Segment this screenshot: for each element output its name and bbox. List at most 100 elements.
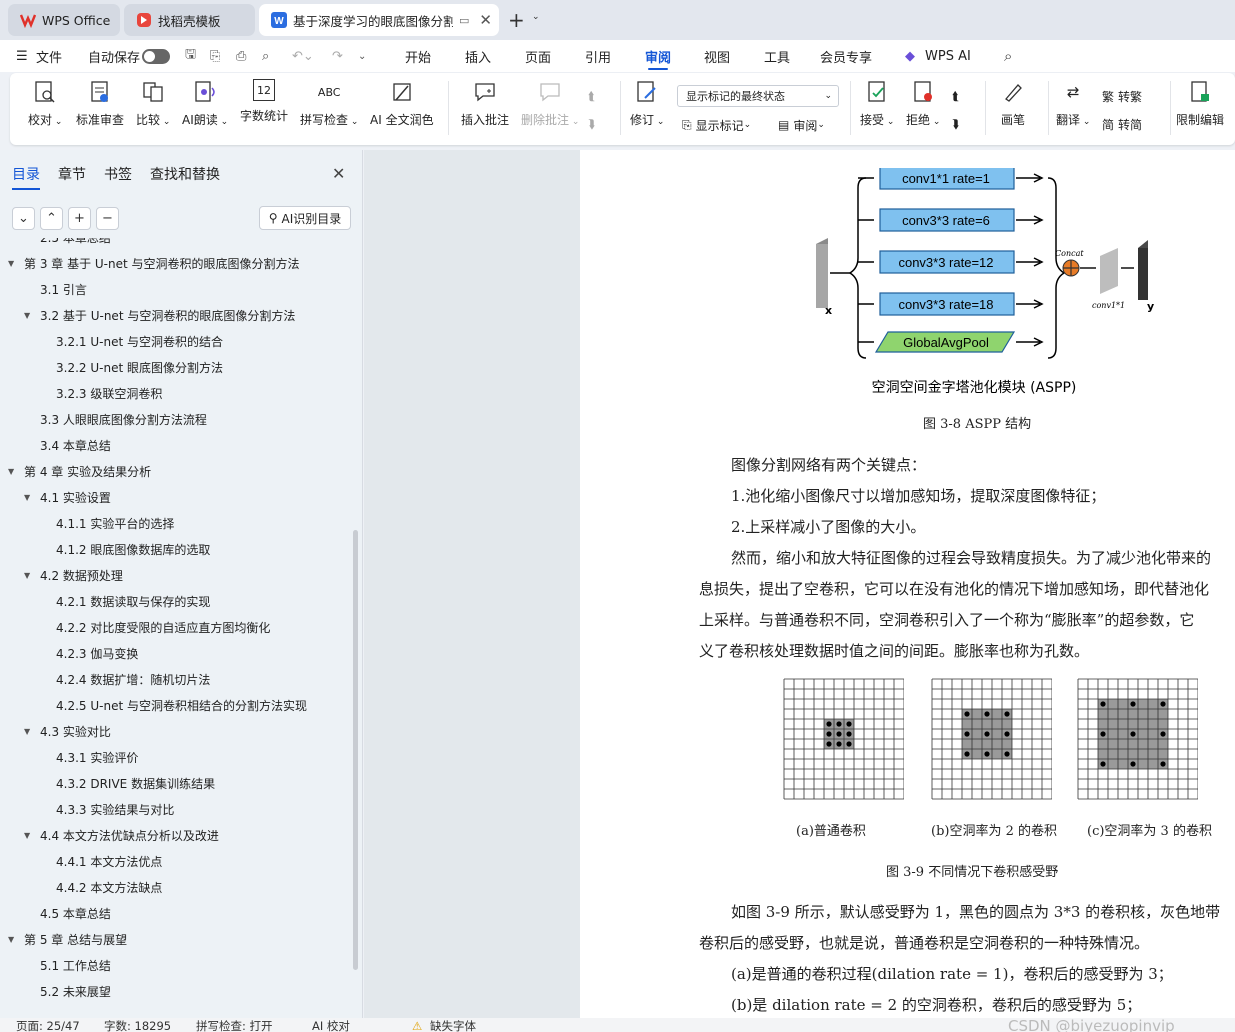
- file-menu[interactable]: 文件: [36, 40, 62, 72]
- ai-polish-button[interactable]: AI 全文润色: [370, 79, 434, 139]
- spell-check-status[interactable]: 拼写检查: 打开: [196, 1018, 273, 1032]
- next-comment-icon[interactable]: ⮯: [588, 113, 595, 135]
- tab-toc[interactable]: 目录: [12, 164, 40, 190]
- toc-item[interactable]: 4.3.3 实验结果与对比: [56, 796, 174, 822]
- toc-item[interactable]: ▼ 第 3 章 基于 U-net 与空洞卷积的眼底图像分割方法: [8, 250, 300, 276]
- to-simplified-button[interactable]: 简转简: [1102, 113, 1142, 135]
- toc-item[interactable]: ▼ 4.1 实验设置: [24, 484, 111, 510]
- screen-icon[interactable]: ▭: [459, 14, 469, 27]
- expand-all-icon[interactable]: ⌄: [12, 207, 35, 230]
- undo-icon[interactable]: ↶⌄: [292, 40, 314, 72]
- toc-item[interactable]: 5.1 工作总结: [40, 952, 111, 978]
- search-icon[interactable]: ⌕: [1004, 40, 1012, 72]
- toc-item[interactable]: 4.4.1 本文方法优点: [56, 848, 162, 874]
- toc-item[interactable]: 4.1.2 眼底图像数据库的选取: [56, 536, 210, 562]
- export-icon[interactable]: ⎘: [210, 40, 220, 72]
- markup-mode-select[interactable]: 显示标记的最终状态 ⌄: [677, 85, 839, 107]
- page-indicator[interactable]: 页面: 25/47: [16, 1018, 80, 1032]
- compare-button[interactable]: 比较 ⌄: [136, 79, 170, 139]
- autosave-toggle[interactable]: [142, 49, 170, 64]
- revise-button[interactable]: 修订 ⌄: [630, 79, 664, 139]
- close-panel-icon[interactable]: ✕: [332, 164, 345, 183]
- toc-item[interactable]: 3.2.1 U-net 与空洞卷积的结合: [56, 328, 223, 354]
- standard-review-button[interactable]: 标准审查: [76, 79, 124, 139]
- toc-item[interactable]: 4.2.3 伽马变换: [56, 640, 138, 666]
- toc-item[interactable]: 4.3.2 DRIVE 数据集训练结果: [56, 770, 215, 796]
- toc-collapse-arrow-icon[interactable]: ▼: [24, 727, 36, 736]
- toc-item[interactable]: 2.5 本章总结: [40, 238, 111, 250]
- toc-collapse-arrow-icon[interactable]: ▼: [8, 259, 20, 268]
- menu-review[interactable]: 审阅: [645, 40, 671, 72]
- accept-button[interactable]: 接受 ⌄: [860, 79, 894, 139]
- pen-button[interactable]: 画笔: [1000, 79, 1026, 139]
- word-count-button[interactable]: 12 字数统计: [240, 79, 288, 139]
- next-change-icon[interactable]: ⮯: [952, 113, 959, 135]
- restrict-edit-button[interactable]: 限制编辑: [1176, 79, 1224, 139]
- toc-item[interactable]: ▼ 第 4 章 实验及结果分析: [8, 458, 151, 484]
- spell-check-button[interactable]: ABC 拼写检查 ⌄: [300, 79, 358, 139]
- print-preview-icon[interactable]: ⌕: [262, 40, 269, 72]
- toc-item[interactable]: ▼ 第 5 章 总结与展望: [8, 926, 127, 952]
- show-markup-button[interactable]: ⎘ 显示标记 ⌄: [682, 114, 751, 136]
- toc-item[interactable]: ▼ 4.3 实验对比: [24, 718, 111, 744]
- toc-item[interactable]: 3.1 引言: [40, 276, 87, 302]
- menu-member[interactable]: 会员专享: [820, 40, 872, 72]
- menu-view[interactable]: 视图: [704, 40, 730, 72]
- word-count-indicator[interactable]: 字数: 18295: [104, 1018, 171, 1032]
- menu-wps-ai[interactable]: WPS AI: [925, 40, 971, 72]
- tab-wps-office[interactable]: WPS Office: [8, 4, 120, 36]
- toc-item[interactable]: 5.2 未来展望: [40, 978, 111, 1004]
- menu-reference[interactable]: 引用: [585, 40, 611, 72]
- ai-toc-button[interactable]: ⚲ AI识别目录: [259, 206, 351, 230]
- close-tab-icon[interactable]: ✕: [479, 11, 492, 29]
- toc-item[interactable]: 4.4.2 本文方法缺点: [56, 874, 162, 900]
- save-icon[interactable]: 🖫: [185, 40, 196, 72]
- menu-tools[interactable]: 工具: [764, 40, 790, 72]
- toc-item[interactable]: ▼ 3.2 基于 U-net 与空洞卷积的眼底图像分割方法: [24, 302, 295, 328]
- menu-page[interactable]: 页面: [525, 40, 551, 72]
- to-traditional-button[interactable]: 繁转繁: [1102, 85, 1142, 107]
- menu-insert[interactable]: 插入: [465, 40, 491, 72]
- toc-collapse-arrow-icon[interactable]: ▼: [24, 311, 36, 320]
- toc-item[interactable]: 3.2.2 U-net 眼底图像分割方法: [56, 354, 223, 380]
- menu-start[interactable]: 开始: [405, 40, 431, 72]
- proofread-button[interactable]: 校对 ⌄: [28, 79, 62, 139]
- hamburger-menu-icon[interactable]: ☰: [16, 40, 28, 72]
- review-pane-button[interactable]: ▤ 审阅 ⌄: [778, 114, 825, 136]
- toc-item[interactable]: 3.2.3 级联空洞卷积: [56, 380, 162, 406]
- prev-comment-icon[interactable]: ⮬: [588, 85, 595, 107]
- prev-change-icon[interactable]: ⮬: [952, 85, 959, 107]
- print-icon[interactable]: ⎙: [236, 40, 246, 72]
- toc-item[interactable]: ▼ 4.2 数据预处理: [24, 562, 123, 588]
- toc-item[interactable]: 4.3.1 实验评价: [56, 744, 138, 770]
- tab-find-replace[interactable]: 查找和替换: [150, 164, 220, 184]
- missing-font-status[interactable]: 缺失字体: [430, 1018, 476, 1032]
- insert-comment-button[interactable]: 插入批注: [461, 79, 509, 139]
- toc-item[interactable]: 4.2.4 数据扩增：随机切片法: [56, 666, 210, 692]
- add-heading-icon[interactable]: +: [68, 207, 91, 230]
- redo-icon[interactable]: ↷: [332, 40, 343, 72]
- tab-docer[interactable]: 找稻壳模板: [124, 4, 255, 36]
- translate-button[interactable]: ⇄ 翻译 ⌄: [1056, 79, 1090, 139]
- collapse-icon[interactable]: ⌃: [40, 207, 63, 230]
- chevron-down-icon[interactable]: ⌄: [532, 12, 540, 22]
- toc-collapse-arrow-icon[interactable]: ▼: [8, 935, 20, 944]
- toc-collapse-arrow-icon[interactable]: ▼: [24, 571, 36, 580]
- remove-heading-icon[interactable]: −: [96, 207, 119, 230]
- tab-bookmarks[interactable]: 书签: [104, 164, 132, 184]
- tab-sections[interactable]: 章节: [58, 164, 86, 184]
- ai-proof-status[interactable]: AI 校对: [312, 1018, 350, 1032]
- delete-comment-button[interactable]: 删除批注 ⌄: [521, 79, 579, 139]
- reject-button[interactable]: 拒绝 ⌄: [906, 79, 940, 139]
- new-tab-icon[interactable]: +: [508, 8, 525, 32]
- toc-item[interactable]: 3.4 本章总结: [40, 432, 111, 458]
- toc-item[interactable]: 4.5 本章总结: [40, 900, 111, 926]
- toc-item[interactable]: 4.2.2 对比度受限的自适应直方图均衡化: [56, 614, 270, 640]
- toc-item[interactable]: 4.2.5 U-net 与空洞卷积相结合的分割方法实现: [56, 692, 307, 718]
- toc-item[interactable]: 4.1.1 实验平台的选择: [56, 510, 174, 536]
- toc-scrollbar[interactable]: [353, 530, 358, 970]
- more-chevron-icon[interactable]: ⌄: [358, 40, 366, 72]
- ai-read-button[interactable]: AI朗读 ⌄: [182, 79, 228, 139]
- toc-collapse-arrow-icon[interactable]: ▼: [24, 831, 36, 840]
- toc-item[interactable]: 3.3 人眼眼底图像分割方法流程: [40, 406, 207, 432]
